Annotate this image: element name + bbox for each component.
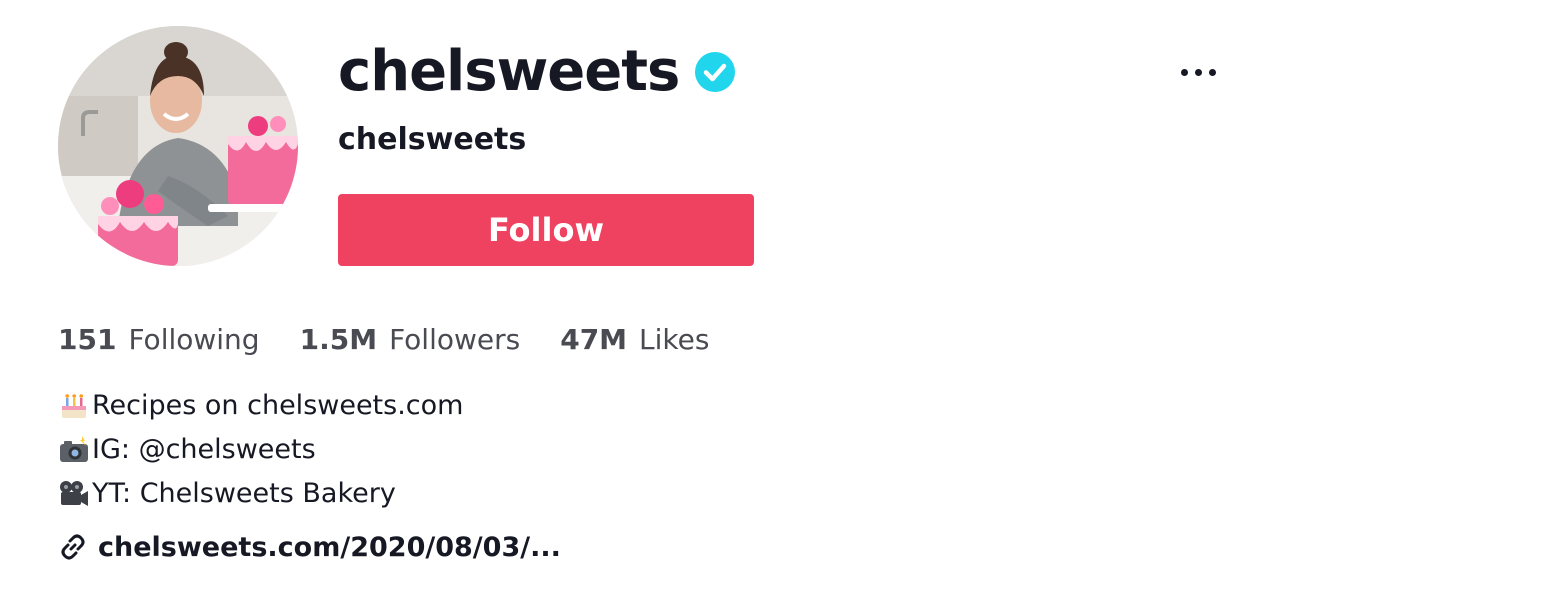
stat-label: Followers [389, 323, 521, 356]
bio-text: YT: Chelsweets Bakery [92, 478, 396, 509]
profile-bio: Recipes on chelsweets.com IG: @chelsweet… [58, 384, 463, 516]
birthday-cake-icon [58, 390, 90, 422]
profile-title: chelsweets [338, 39, 680, 104]
stat-value: 151 [58, 323, 117, 356]
profile-title-row: chelsweets [338, 30, 736, 114]
movie-camera-icon [58, 478, 90, 510]
profile-subtitle: chelsweets [338, 122, 527, 157]
more-dot [1194, 68, 1202, 76]
follow-button[interactable]: Follow [338, 194, 754, 266]
bio-line: Recipes on chelsweets.com [58, 384, 463, 428]
bio-text: Recipes on chelsweets.com [92, 390, 464, 421]
more-horizontal-icon [1180, 68, 1188, 76]
stat-value: 1.5M [299, 323, 378, 356]
profile-stats: 151 Following 1.5M Followers 47M Likes [58, 318, 749, 362]
bio-line: YT: Chelsweets Bakery [58, 472, 463, 516]
stat-label: Following [128, 323, 260, 356]
stat-value: 47M [560, 323, 628, 356]
avatar-photo [58, 26, 298, 266]
stat-followers[interactable]: 1.5M Followers [300, 318, 521, 362]
avatar[interactable] [58, 26, 298, 266]
verified-badge-icon [695, 52, 736, 92]
stat-likes: 47M Likes [560, 318, 709, 362]
camera-with-flash-icon [58, 434, 90, 466]
stat-following[interactable]: 151 Following [58, 318, 260, 362]
bio-line: IG: @chelsweets [58, 428, 463, 472]
bio-text: IG: @chelsweets [92, 434, 316, 465]
profile-link[interactable]: chelsweets.com/2020/08/03/... [58, 526, 561, 568]
more-options-button[interactable] [1172, 52, 1224, 92]
profile-link-text[interactable]: chelsweets.com/2020/08/03/... [98, 532, 561, 563]
link-icon [58, 532, 88, 562]
stat-label: Likes [639, 323, 710, 356]
more-dot [1208, 68, 1216, 76]
